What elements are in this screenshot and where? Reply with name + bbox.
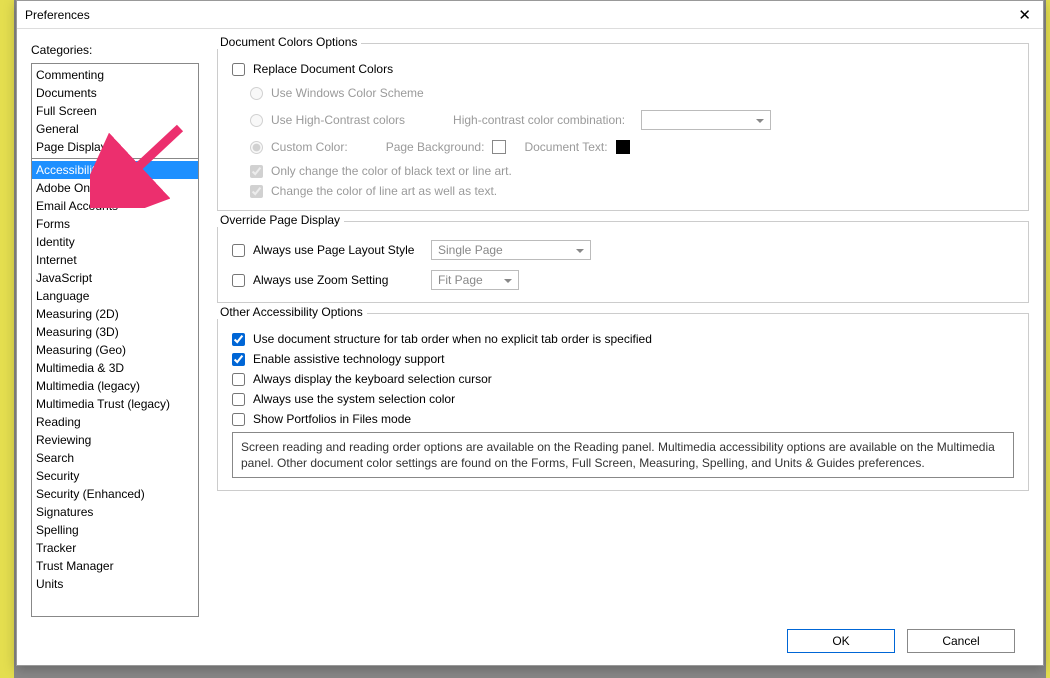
- use-windows-label: Use Windows Color Scheme: [271, 86, 424, 100]
- document-colors-group: Document Colors Options Replace Document…: [217, 43, 1029, 211]
- category-item[interactable]: Reviewing: [32, 431, 198, 449]
- line-art-checkbox: [250, 185, 263, 198]
- tab-order-label: Use document structure for tab order whe…: [253, 332, 652, 346]
- kb-cursor-label: Always display the keyboard selection cu…: [253, 372, 492, 386]
- group-legend: Other Accessibility Options: [216, 305, 367, 319]
- custom-color-radio: [250, 141, 263, 154]
- category-item[interactable]: Security: [32, 467, 198, 485]
- category-item[interactable]: Tracker: [32, 539, 198, 557]
- portfolios-checkbox[interactable]: [232, 413, 245, 426]
- assistive-label: Enable assistive technology support: [253, 352, 444, 366]
- doc-text-label: Document Text:: [524, 140, 607, 154]
- replace-doc-colors-checkbox[interactable]: [232, 63, 245, 76]
- category-item[interactable]: Full Screen: [32, 102, 198, 120]
- doc-text-swatch: [616, 140, 630, 154]
- always-layout-label: Always use Page Layout Style: [253, 243, 423, 257]
- group-legend: Override Page Display: [216, 213, 344, 227]
- category-item[interactable]: Internet: [32, 251, 198, 269]
- categories-label: Categories:: [31, 43, 199, 57]
- category-item[interactable]: Adobe Online Services: [32, 179, 198, 197]
- page-layout-select[interactable]: Single Page: [431, 240, 591, 260]
- assistive-checkbox[interactable]: [232, 353, 245, 366]
- dialog-title: Preferences: [25, 8, 90, 22]
- category-item[interactable]: Accessibility: [32, 161, 198, 179]
- category-item[interactable]: Measuring (Geo): [32, 341, 198, 359]
- tab-order-checkbox[interactable]: [232, 333, 245, 346]
- portfolios-label: Show Portfolios in Files mode: [253, 412, 411, 426]
- category-item[interactable]: Email Accounts: [32, 197, 198, 215]
- category-item[interactable]: Commenting: [32, 66, 198, 84]
- always-zoom-label: Always use Zoom Setting: [253, 273, 423, 287]
- page-bg-swatch: [492, 140, 506, 154]
- group-legend: Document Colors Options: [216, 35, 361, 49]
- titlebar: Preferences ✕: [17, 1, 1043, 29]
- use-windows-radio: [250, 87, 263, 100]
- always-layout-checkbox[interactable]: [232, 244, 245, 257]
- category-item[interactable]: Spelling: [32, 521, 198, 539]
- categories-listbox[interactable]: CommentingDocumentsFull ScreenGeneralPag…: [31, 63, 199, 617]
- category-item[interactable]: Multimedia Trust (legacy): [32, 395, 198, 413]
- replace-doc-colors-label: Replace Document Colors: [253, 62, 393, 76]
- preferences-dialog: Preferences ✕ Categories: CommentingDocu…: [16, 0, 1044, 666]
- category-item[interactable]: General: [32, 120, 198, 138]
- category-item[interactable]: Security (Enhanced): [32, 485, 198, 503]
- kb-cursor-checkbox[interactable]: [232, 373, 245, 386]
- category-item[interactable]: JavaScript: [32, 269, 198, 287]
- category-item[interactable]: Language: [32, 287, 198, 305]
- ok-button[interactable]: OK: [787, 629, 895, 653]
- category-item[interactable]: Identity: [32, 233, 198, 251]
- category-item[interactable]: Multimedia & 3D: [32, 359, 198, 377]
- only-black-checkbox: [250, 165, 263, 178]
- use-highcontrast-label: Use High-Contrast colors: [271, 113, 405, 127]
- sys-color-label: Always use the system selection color: [253, 392, 455, 406]
- category-item[interactable]: Trust Manager: [32, 557, 198, 575]
- other-accessibility-group: Other Accessibility Options Use document…: [217, 313, 1029, 491]
- category-item[interactable]: Search: [32, 449, 198, 467]
- category-item[interactable]: Signatures: [32, 503, 198, 521]
- only-black-label: Only change the color of black text or l…: [271, 164, 512, 178]
- close-icon[interactable]: ✕: [1014, 4, 1035, 26]
- sys-color-checkbox[interactable]: [232, 393, 245, 406]
- line-art-label: Change the color of line art as well as …: [271, 184, 497, 198]
- page-bg-label: Page Background:: [386, 140, 485, 154]
- category-item[interactable]: Reading: [32, 413, 198, 431]
- info-text: Screen reading and reading order options…: [232, 432, 1014, 478]
- category-item[interactable]: Documents: [32, 84, 198, 102]
- zoom-select[interactable]: Fit Page: [431, 270, 519, 290]
- highcontrast-combo-label: High-contrast color combination:: [453, 113, 625, 127]
- category-item[interactable]: Multimedia (legacy): [32, 377, 198, 395]
- category-item[interactable]: Units: [32, 575, 198, 593]
- cancel-button[interactable]: Cancel: [907, 629, 1015, 653]
- custom-color-label: Custom Color:: [271, 140, 348, 154]
- highcontrast-combo: [641, 110, 771, 130]
- category-item[interactable]: Forms: [32, 215, 198, 233]
- category-item[interactable]: Page Display: [32, 138, 198, 156]
- category-item[interactable]: Measuring (2D): [32, 305, 198, 323]
- use-highcontrast-radio: [250, 114, 263, 127]
- category-item[interactable]: Measuring (3D): [32, 323, 198, 341]
- always-zoom-checkbox[interactable]: [232, 274, 245, 287]
- override-page-display-group: Override Page Display Always use Page La…: [217, 221, 1029, 303]
